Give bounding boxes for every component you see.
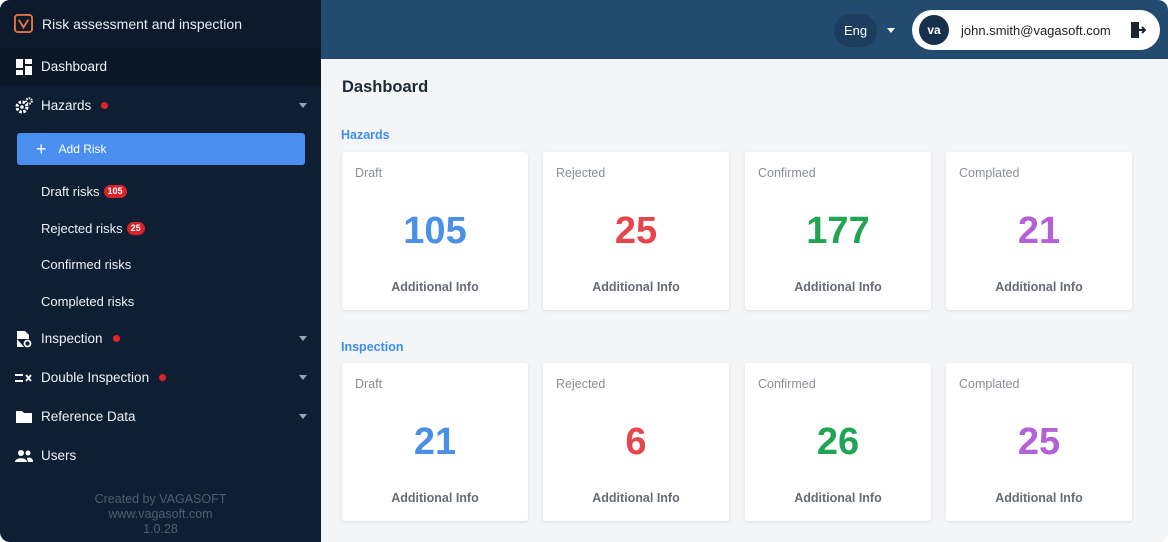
card-label: Draft bbox=[355, 377, 383, 391]
sidebar-item-users[interactable]: Users bbox=[0, 436, 321, 475]
logout-icon[interactable] bbox=[1130, 21, 1146, 39]
card-info-link[interactable]: Additional Info bbox=[745, 491, 931, 505]
card-info-link[interactable]: Additional Info bbox=[342, 491, 528, 505]
section-title-inspection: Inspection bbox=[341, 340, 404, 354]
checklist-icon bbox=[15, 369, 33, 387]
sidebar-subitem-completed-risks[interactable]: Completed risks bbox=[41, 291, 134, 311]
notification-dot bbox=[101, 102, 109, 109]
brand-header: Risk assessment and inspection bbox=[0, 0, 321, 47]
top-bar: Eng va john.smith@vagasoft.com bbox=[321, 0, 1168, 59]
language-selector[interactable]: Eng bbox=[834, 12, 896, 48]
stat-card-hazards-confirmed[interactable]: Confirmed 177 Additional Info bbox=[745, 152, 931, 310]
sidebar-item-reference-data[interactable]: Reference Data bbox=[0, 397, 321, 436]
chevron-down-icon[interactable] bbox=[299, 375, 307, 380]
card-value: 6 bbox=[625, 421, 647, 463]
user-menu[interactable]: va john.smith@vagasoft.com bbox=[912, 10, 1160, 50]
card-value: 25 bbox=[614, 210, 658, 252]
user-email: john.smith@vagasoft.com bbox=[961, 22, 1111, 38]
chevron-down-icon[interactable] bbox=[299, 103, 307, 108]
stat-card-hazards-completed[interactable]: Complated 21 Additional Info bbox=[946, 152, 1132, 310]
page-title: Dashboard bbox=[342, 78, 429, 96]
card-label: Rejected bbox=[556, 166, 606, 180]
card-label: Complated bbox=[959, 166, 1020, 180]
sidebar-item-label: Inspection bbox=[41, 331, 103, 346]
subitem-label: Confirmed risks bbox=[41, 256, 132, 272]
count-badge: 105 bbox=[103, 184, 127, 198]
card-label: Confirmed bbox=[758, 166, 816, 180]
card-info-link[interactable]: Additional Info bbox=[543, 491, 729, 505]
dashboard-content: Dashboard Hazards Draft 105 Additional I… bbox=[321, 59, 1168, 542]
stat-card-hazards-rejected[interactable]: Rejected 25 Additional Info bbox=[543, 152, 729, 310]
folder-icon bbox=[15, 408, 33, 426]
card-info-link[interactable]: Additional Info bbox=[946, 491, 1132, 505]
footer-website: www.vagasoft.com bbox=[108, 507, 213, 521]
card-label: Confirmed bbox=[758, 377, 816, 391]
card-value: 21 bbox=[1017, 210, 1061, 252]
card-value: 25 bbox=[1017, 421, 1061, 463]
sidebar-subitem-confirmed-risks[interactable]: Confirmed risks bbox=[41, 254, 131, 274]
card-info-link[interactable]: Additional Info bbox=[342, 280, 528, 294]
footer-credit: Created by VAGASOFT bbox=[94, 492, 227, 506]
app-title: Risk assessment and inspection bbox=[42, 15, 242, 32]
language-value: Eng bbox=[834, 13, 878, 47]
stat-card-inspection-rejected[interactable]: Rejected 6 Additional Info bbox=[543, 363, 729, 521]
notification-dot bbox=[112, 335, 120, 342]
subitem-label: Completed risks bbox=[41, 293, 135, 309]
card-info-link[interactable]: Additional Info bbox=[543, 280, 729, 294]
section-title-hazards: Hazards bbox=[341, 128, 390, 142]
sidebar-item-hazards[interactable]: Hazards bbox=[0, 86, 321, 125]
card-value: 26 bbox=[816, 421, 860, 463]
sidebar: Risk assessment and inspection Dashboard… bbox=[0, 0, 321, 542]
card-label: Complated bbox=[959, 377, 1020, 391]
sidebar-item-label: Reference Data bbox=[41, 409, 136, 424]
footer-version: 1.0.28 bbox=[143, 522, 178, 536]
stat-card-inspection-confirmed[interactable]: Confirmed 26 Additional Info bbox=[745, 363, 931, 521]
card-label: Rejected bbox=[556, 377, 606, 391]
sidebar-subitem-draft-risks[interactable]: Draft risks 105 bbox=[41, 181, 127, 201]
sidebar-item-label: Dashboard bbox=[41, 59, 108, 74]
card-info-link[interactable]: Additional Info bbox=[745, 280, 931, 294]
file-search-icon bbox=[15, 330, 33, 348]
subitem-label: Draft risks bbox=[41, 183, 100, 199]
sidebar-subitem-rejected-risks[interactable]: Rejected risks 25 bbox=[41, 218, 145, 238]
notification-dot bbox=[159, 374, 167, 381]
sidebar-item-double-inspection[interactable]: Double Inspection bbox=[0, 358, 321, 397]
count-badge: 25 bbox=[126, 221, 145, 235]
shield-logo-icon bbox=[14, 14, 33, 33]
add-risk-label: Add Risk bbox=[58, 142, 107, 156]
stat-card-inspection-draft[interactable]: Draft 21 Additional Info bbox=[342, 363, 528, 521]
sidebar-item-dashboard[interactable]: Dashboard bbox=[0, 47, 321, 86]
card-info-link[interactable]: Additional Info bbox=[946, 280, 1132, 294]
chevron-down-icon[interactable] bbox=[299, 414, 307, 419]
chevron-down-icon[interactable] bbox=[299, 336, 307, 341]
users-icon bbox=[15, 447, 33, 465]
avatar: va bbox=[919, 15, 949, 45]
subitem-label: Rejected risks bbox=[41, 220, 123, 236]
card-value: 105 bbox=[403, 210, 467, 252]
sidebar-footer: Created by VAGASOFT www.vagasoft.com 1.0… bbox=[0, 492, 321, 537]
chevron-down-icon bbox=[887, 27, 896, 33]
card-label: Draft bbox=[355, 166, 383, 180]
dashboard-icon bbox=[15, 58, 33, 76]
stat-card-hazards-draft[interactable]: Draft 105 Additional Info bbox=[342, 152, 528, 310]
sidebar-item-inspection[interactable]: Inspection bbox=[0, 319, 321, 358]
gears-icon bbox=[15, 96, 33, 115]
add-risk-button[interactable]: + Add Risk bbox=[17, 133, 305, 165]
sidebar-item-label: Users bbox=[41, 448, 77, 463]
card-value: 21 bbox=[413, 421, 457, 463]
app-window: Risk assessment and inspection Dashboard… bbox=[0, 0, 1168, 542]
card-value: 177 bbox=[806, 210, 870, 252]
sidebar-item-label: Double Inspection bbox=[41, 370, 150, 385]
stat-card-inspection-completed[interactable]: Complated 25 Additional Info bbox=[946, 363, 1132, 521]
plus-icon: + bbox=[36, 139, 47, 159]
sidebar-item-label: Hazards bbox=[41, 98, 92, 113]
